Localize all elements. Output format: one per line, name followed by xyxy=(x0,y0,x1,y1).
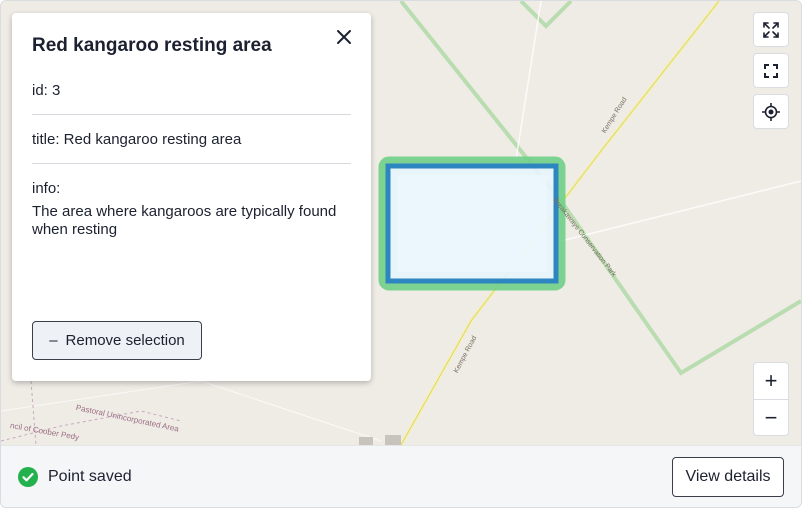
map-widget: Kempe Road Kempe Road Breakaways Conserv… xyxy=(0,0,802,508)
divider xyxy=(32,114,351,115)
zoom-in-button[interactable]: + xyxy=(754,363,788,399)
feature-info-panel: Red kangaroo resting area id: 3 title: R… xyxy=(12,13,371,381)
expand-icon xyxy=(763,21,779,38)
info-text: The area where kangaroos are typically f… xyxy=(32,203,337,238)
close-button[interactable] xyxy=(330,23,358,51)
status-message: Point saved xyxy=(48,468,132,485)
info-label: info: xyxy=(32,180,61,197)
locate-button[interactable] xyxy=(753,94,789,129)
close-icon xyxy=(337,30,351,44)
field-id: id: 3 xyxy=(32,82,61,99)
zoom-control: + − xyxy=(753,362,789,436)
field-title: title: Red kangaroo resting area xyxy=(32,131,242,148)
expand-button[interactable] xyxy=(753,12,789,47)
view-details-button[interactable]: View details xyxy=(672,457,784,497)
panel-title: Red kangaroo resting area xyxy=(32,35,272,56)
remove-selection-button[interactable]: – Remove selection xyxy=(32,321,202,360)
status-bar: Point saved View details xyxy=(1,445,801,507)
remove-selection-label: Remove selection xyxy=(65,332,185,349)
check-circle-icon xyxy=(18,467,38,487)
locate-icon xyxy=(762,102,780,121)
minus-icon: – xyxy=(49,332,58,349)
fullscreen-icon xyxy=(764,63,778,78)
divider xyxy=(32,163,351,164)
field-info: info: The area where kangaroos are typic… xyxy=(32,180,351,239)
fullscreen-button[interactable] xyxy=(753,53,789,88)
zoom-out-button[interactable]: − xyxy=(754,400,788,436)
